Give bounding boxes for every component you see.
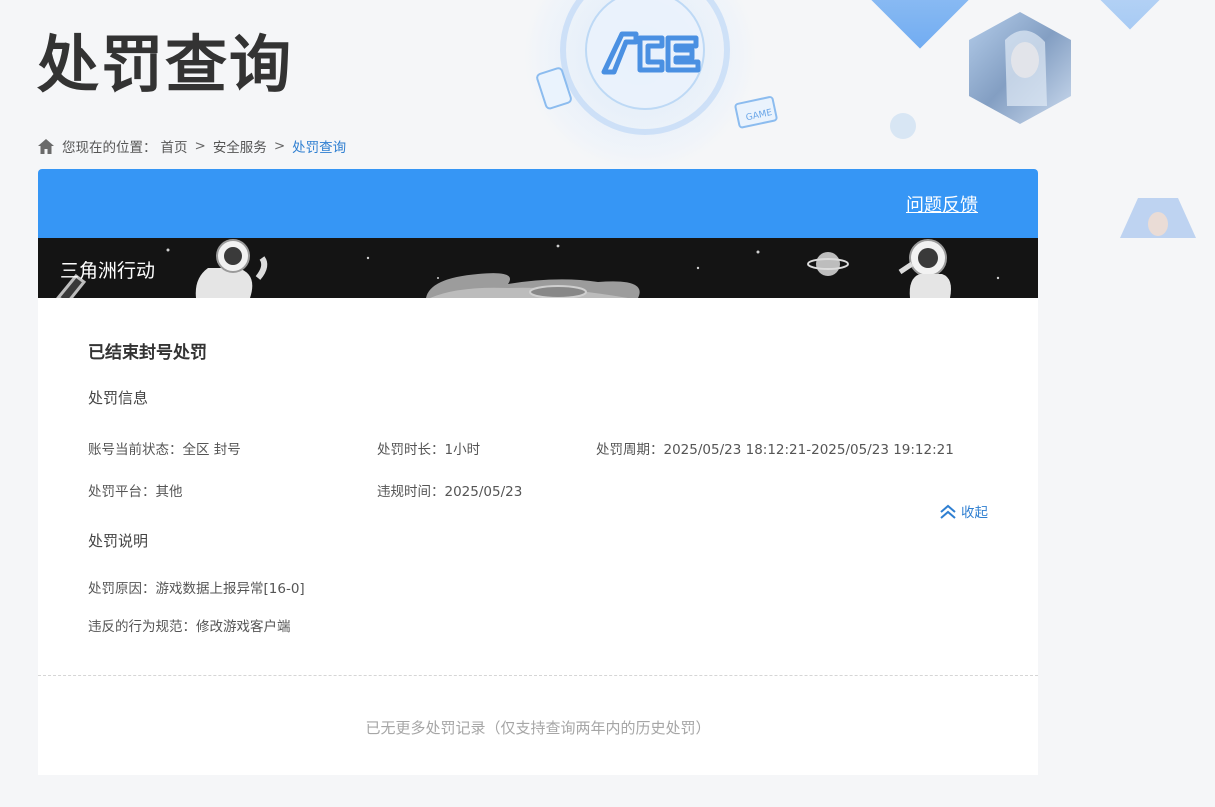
game-name: 三角洲行动 — [60, 260, 156, 282]
decorative-dot — [890, 113, 916, 139]
character-avatar — [1120, 198, 1196, 238]
page-title: 处罚查询 — [37, 28, 294, 101]
game-tag-icon: GAME — [734, 96, 778, 129]
ace-logo — [601, 31, 701, 75]
penalty-duration: 处罚时长：1小时 — [377, 442, 481, 458]
breadcrumb-home[interactable]: 首页 — [161, 136, 188, 156]
breadcrumb-security-service[interactable]: 安全服务 — [213, 136, 267, 156]
game-banner-art — [56, 239, 1000, 298]
divider — [38, 675, 1038, 676]
violation-time: 违规时间：2025/05/23 — [377, 484, 523, 500]
collapse-label: 收起 — [961, 505, 988, 521]
penalty-content: 已结束封号处罚 处罚信息 账号当前状态：全区 封号 处罚时长：1小时 处罚周期：… — [38, 298, 1038, 635]
collapse-button[interactable]: 收起 — [939, 501, 988, 521]
penalty-info-row: 账号当前状态：全区 封号 处罚时长：1小时 处罚周期：2025/05/23 18… — [88, 438, 988, 458]
penalty-platform: 处罚平台：其他 — [88, 484, 183, 500]
card-header: 问题反馈 — [38, 169, 1038, 238]
penalty-reason: 处罚原因：游戏数据上报异常[16-0] — [88, 581, 305, 597]
character-avatar — [969, 12, 1071, 124]
breadcrumb-separator: > — [273, 138, 286, 154]
decorative-diamond — [856, 0, 984, 49]
penalty-period: 处罚周期：2025/05/23 18:12:21-2025/05/23 19:1… — [596, 442, 954, 458]
breadcrumb: 您现在的位置： 首页 > 安全服务 > 处罚查询 — [38, 136, 346, 156]
feedback-link[interactable]: 问题反馈 — [906, 191, 978, 217]
account-status: 账号当前状态：全区 封号 — [88, 442, 241, 458]
penalty-explanation-section-title: 处罚说明 — [88, 532, 149, 550]
penalty-status-title: 已结束封号处罚 — [88, 343, 207, 363]
decorative-diamond — [1080, 0, 1180, 30]
penalty-info-section-title: 处罚信息 — [88, 389, 149, 407]
home-icon — [38, 138, 54, 154]
violated-rule: 违反的行为规范：修改游戏客户端 — [88, 619, 291, 635]
breadcrumb-separator: > — [194, 138, 206, 154]
penalty-info-row: 处罚平台：其他 违规时间：2025/05/23 — [88, 480, 988, 500]
game-banner: 三角洲行动 — [38, 238, 1038, 298]
breadcrumb-current: 处罚查询 — [292, 140, 347, 156]
penalty-card: 问题反馈 三角洲行动 已结束封号处罚 处罚信息 账号当前状态：全区 封号 处罚时… — [38, 169, 1038, 775]
breadcrumb-prefix: 您现在的位置： — [62, 140, 157, 156]
page: GAME 处罚查询 您现在的位置： 首页 > 安全服务 > 处罚查询 问题反馈 … — [0, 0, 1215, 807]
chevron-double-up-icon — [940, 504, 956, 519]
game-tag-icon — [536, 67, 572, 110]
no-more-records-note: 已无更多处罚记录（仅支持查询两年内的历史处罚） — [365, 719, 711, 737]
